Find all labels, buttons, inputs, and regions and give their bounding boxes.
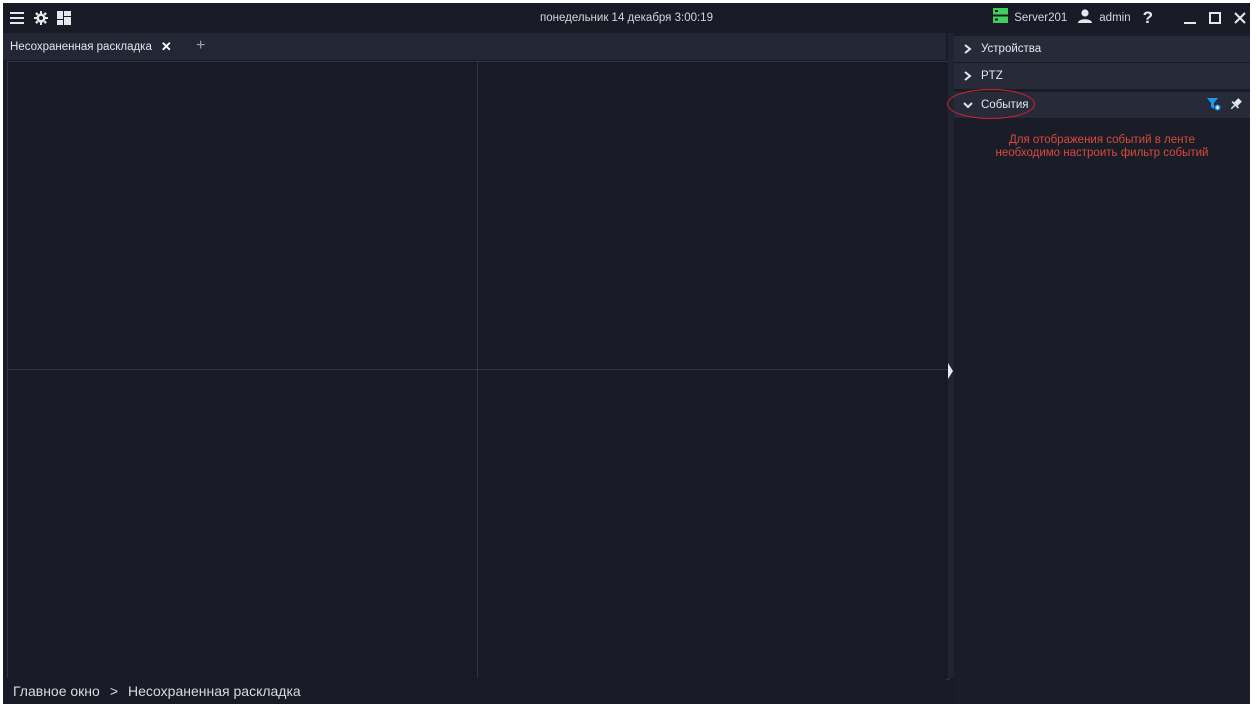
section-tools [1199, 97, 1242, 111]
section-label: PTZ [981, 70, 1003, 82]
breadcrumb-main-window[interactable]: Главное окно [13, 683, 100, 699]
user-icon [1077, 8, 1093, 28]
title-bar: понедельник 14 декабря 3:00:19 Server201… [3, 3, 1250, 33]
chevron-right-icon [963, 71, 975, 81]
server-status[interactable]: Server201 [993, 8, 1067, 28]
minimize-icon[interactable] [1180, 8, 1200, 28]
app-window: понедельник 14 декабря 3:00:19 Server201… [3, 3, 1250, 704]
gear-icon[interactable] [33, 10, 49, 26]
tab-close-icon[interactable]: ✕ [161, 39, 172, 55]
breadcrumb-current-layout: Несохраненная раскладка [128, 683, 301, 699]
menu-icon[interactable] [9, 10, 25, 26]
events-message-line: Для отображения событий в ленте [1009, 134, 1195, 146]
layout-grid-icon[interactable] [56, 10, 72, 26]
section-events[interactable]: События [947, 89, 1250, 119]
add-tab-button[interactable]: + [196, 33, 205, 60]
pin-icon[interactable] [1229, 97, 1242, 111]
window-controls [1175, 8, 1250, 28]
tab-unsaved-layout[interactable]: Несохраненная раскладка ✕ [3, 33, 193, 60]
maximize-icon[interactable] [1205, 8, 1225, 28]
right-panel: Устройства PTZ События Для отображения с… [947, 33, 1250, 704]
breadcrumb-separator: > [109, 683, 118, 699]
user-menu[interactable]: admin [1077, 8, 1131, 28]
video-cell[interactable] [8, 370, 477, 679]
tab-label: Несохраненная раскладка [10, 40, 152, 53]
close-icon[interactable] [1230, 8, 1250, 28]
breadcrumb: Главное окно > Несохраненная раскладка [3, 678, 946, 704]
video-cell[interactable] [478, 62, 948, 369]
grid-divider-vertical [477, 62, 478, 679]
video-layout-grid [7, 61, 949, 680]
tab-strip: Несохраненная раскладка ✕ + [3, 33, 946, 60]
events-message-line: необходимо настроить фильтр событий [995, 147, 1209, 159]
title-bar-right: Server201 admin ? [993, 3, 1250, 33]
grid-divider-horizontal [8, 369, 948, 370]
video-cell[interactable] [478, 370, 948, 679]
filter-icon[interactable] [1207, 97, 1221, 111]
chevron-down-icon [963, 101, 975, 109]
section-label: Устройства [981, 43, 1042, 55]
help-button[interactable]: ? [1143, 3, 1153, 33]
chevron-right-icon [963, 44, 975, 54]
video-cell[interactable] [8, 62, 477, 369]
server-icon [993, 8, 1009, 28]
events-empty-message: Для отображения событий в ленте необходи… [954, 134, 1250, 160]
server-name: Server201 [1014, 12, 1068, 24]
user-name: admin [1099, 12, 1131, 24]
section-ptz[interactable]: PTZ [954, 63, 1250, 90]
section-devices[interactable]: Устройства [954, 36, 1250, 63]
section-label: События [981, 99, 1029, 111]
